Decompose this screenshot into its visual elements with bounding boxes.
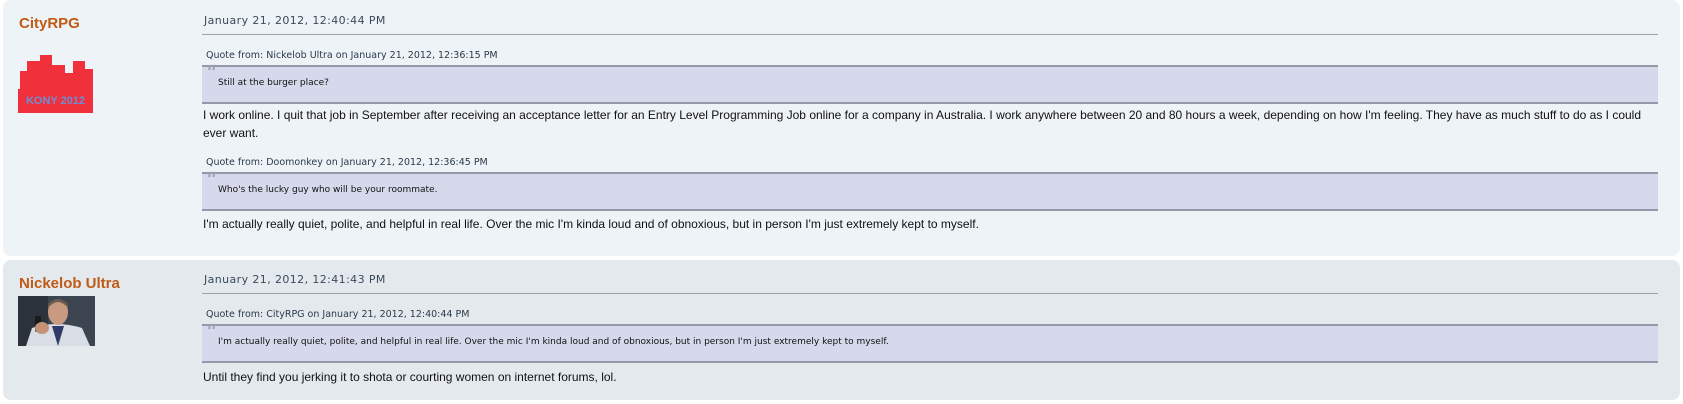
quote-text: Who's the lucky guy who will be your roo… xyxy=(218,185,438,195)
post-body-text: I'm actually really quiet, polite, and h… xyxy=(203,217,979,231)
avatar-hand xyxy=(35,322,49,334)
post-date: January 21, 2012, 12:40:44 PM xyxy=(202,14,1658,35)
post-body-text: Until they find you jerking it to shota … xyxy=(203,370,617,384)
avatar-label: KONY 2012 xyxy=(26,95,85,107)
quote-header[interactable]: Quote from: CityRPG on January 21, 2012,… xyxy=(202,308,1658,324)
forum-thread: CityRPG KONY 2012 January 21, 2012, 12:4… xyxy=(0,0,1683,404)
quote-text: Still at the burger place? xyxy=(218,78,329,88)
post-author-name[interactable]: CityRPG xyxy=(19,15,80,32)
quote-block: “ Still at the burger place? xyxy=(202,62,1658,104)
avatar[interactable]: KONY 2012 xyxy=(18,55,93,113)
post-date: January 21, 2012, 12:41:43 PM xyxy=(202,273,1658,294)
post-body-text: I work online. I quit that job in Septem… xyxy=(203,108,1642,140)
quote-icon: “ xyxy=(206,62,218,87)
avatar[interactable] xyxy=(18,296,95,346)
quote-icon: “ xyxy=(206,321,218,346)
quote-icon: “ xyxy=(206,169,218,194)
post-content: January 21, 2012, 12:41:43 PM Quote from… xyxy=(202,273,1658,386)
forum-post: Nickelob Ultra January 21, 2012, 12:41:4… xyxy=(3,260,1680,400)
post-author-name[interactable]: Nickelob Ultra xyxy=(19,275,120,292)
quote-header[interactable]: Quote from: Doomonkey on January 21, 201… xyxy=(202,156,1658,172)
quote-header[interactable]: Quote from: Nickelob Ultra on January 21… xyxy=(202,49,1658,65)
quote-text: I'm actually really quiet, polite, and h… xyxy=(218,337,889,347)
post-content: January 21, 2012, 12:40:44 PM Quote from… xyxy=(202,14,1658,233)
forum-post: CityRPG KONY 2012 January 21, 2012, 12:4… xyxy=(3,0,1680,256)
quote-block: “ I'm actually really quiet, polite, and… xyxy=(202,321,1658,363)
quote-block: “ Who's the lucky guy who will be your r… xyxy=(202,169,1658,211)
